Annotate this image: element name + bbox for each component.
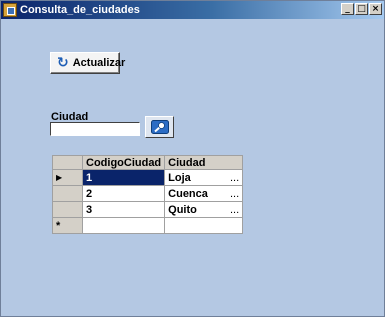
cities-data-grid[interactable]: CodigoCiudad Ciudad ▶ 1 Loja... 2 Cuenca… — [52, 155, 244, 234]
cell-ciudad[interactable]: Cuenca... — [164, 185, 244, 202]
table-row[interactable]: 2 Cuenca... — [52, 185, 244, 202]
grid-corner-header[interactable] — [52, 155, 83, 170]
cell-codigo-ciudad[interactable]: 3 — [81, 201, 166, 218]
minimize-button[interactable]: _ — [341, 3, 354, 15]
window-title: Consulta_de_ciudades — [20, 4, 140, 16]
refresh-button[interactable]: ↻ Actualizar — [50, 52, 125, 74]
new-row-asterisk-icon[interactable]: * — [52, 217, 83, 234]
search-icon — [150, 120, 169, 134]
current-row-indicator-icon[interactable]: ▶ — [52, 169, 83, 186]
column-header-ciudad[interactable]: Ciudad — [164, 155, 244, 170]
cell-ciudad-value: Quito — [168, 203, 197, 216]
cell-ciudad[interactable]: Quito... — [164, 201, 244, 218]
table-row[interactable]: ▶ 1 Loja... — [52, 169, 244, 186]
app-icon — [3, 3, 17, 17]
cell-ellipsis-button[interactable]: ... — [230, 172, 239, 184]
cell-codigo-ciudad[interactable]: 1 — [81, 169, 166, 186]
cell-ciudad[interactable]: Loja... — [164, 169, 244, 186]
maximize-button[interactable]: □ — [355, 3, 368, 15]
window-controls: _ □ × — [341, 3, 382, 15]
cell-ciudad-value: Cuenca — [168, 187, 208, 200]
cell-ellipsis-button[interactable]: ... — [230, 188, 239, 200]
cell-codigo-ciudad[interactable]: 2 — [81, 185, 166, 202]
new-cell-ciudad[interactable] — [164, 217, 244, 234]
table-row[interactable]: 3 Quito... — [52, 201, 244, 218]
cell-ciudad-value: Loja — [168, 171, 191, 184]
row-header[interactable] — [52, 185, 83, 202]
cell-ellipsis-button[interactable]: ... — [230, 204, 239, 216]
close-button[interactable]: × — [369, 3, 382, 15]
city-search-input[interactable] — [50, 122, 140, 136]
search-button[interactable] — [145, 116, 174, 138]
new-cell-codigo-ciudad[interactable] — [81, 217, 166, 234]
new-row[interactable]: * — [52, 217, 244, 234]
refresh-button-label: Actualizar — [72, 57, 126, 69]
refresh-icon: ↻ — [57, 55, 69, 71]
row-header[interactable] — [52, 201, 83, 218]
title-bar[interactable]: Consulta_de_ciudades _ □ × — [1, 1, 384, 19]
column-header-codigo-ciudad[interactable]: CodigoCiudad — [81, 155, 166, 170]
main-window: Consulta_de_ciudades _ □ × ↻ Actualizar … — [0, 0, 385, 317]
